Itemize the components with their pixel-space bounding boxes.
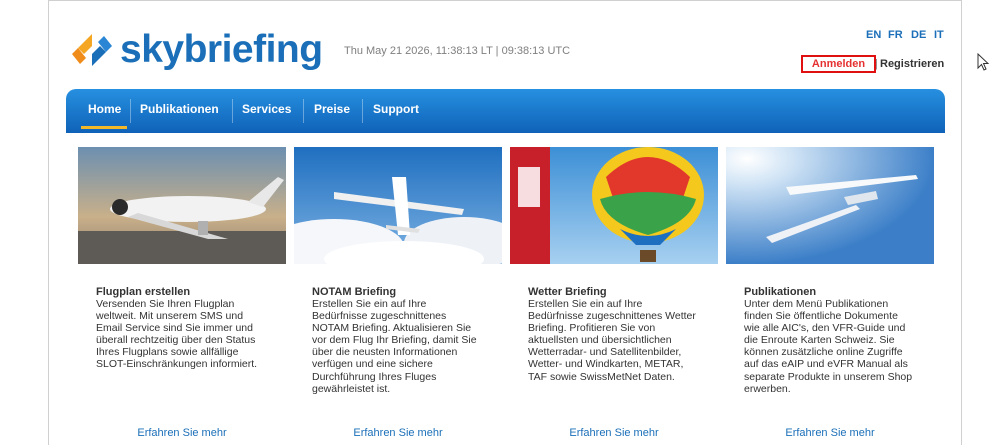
card-link-publikationen[interactable]: Erfahren Sie mehr [726,427,934,439]
lang-fr[interactable]: FR [888,29,903,41]
lang-en[interactable]: EN [866,29,881,41]
current-datetime: Thu May 21 2026, 11:38:13 LT | 09:38:13 … [344,45,571,57]
nav-divider [303,99,304,123]
nav-support[interactable]: Support [373,102,419,116]
skybriefing-logo[interactable]: skybriefing [70,28,323,72]
card-link-wetter[interactable]: Erfahren Sie mehr [510,427,718,439]
card-text-wetter: Erstellen Sie ein auf Ihre Bedürfnisse z… [528,298,696,383]
main-navbar: Home Publikationen Services Preise Suppo… [66,89,945,133]
nav-preise[interactable]: Preise [314,102,350,116]
lang-it[interactable]: IT [934,29,944,41]
card-image-hot-air-balloon[interactable] [510,147,718,264]
nav-active-indicator [81,126,127,129]
nav-publikationen[interactable]: Publikationen [140,102,219,116]
register-link[interactable]: Registrieren [880,58,944,70]
card-image-glider[interactable] [726,147,934,264]
card-text-flugplan: Versenden Sie Ihren Flugplan weltweit. M… [96,298,258,371]
card-image-business-jet[interactable] [78,147,286,264]
card-title-publikationen: Publikationen [744,286,817,298]
logo-icon [72,34,112,66]
login-button[interactable]: Anmelden [801,55,876,73]
card-link-flugplan[interactable]: Erfahren Sie mehr [78,427,286,439]
card-title-flugplan: Flugplan erstellen [96,286,191,298]
nav-home[interactable]: Home [88,102,121,116]
nav-divider [362,99,363,123]
nav-services[interactable]: Services [242,102,291,116]
card-text-notam: Erstellen Sie ein auf Ihre Bedürfnisse z… [312,298,477,395]
card-image-small-plane[interactable] [294,147,502,264]
brand-name: skybriefing [120,28,323,71]
login-register-separator: | [875,58,878,70]
card-link-notam[interactable]: Erfahren Sie mehr [294,427,502,439]
mouse-cursor-icon [977,53,990,71]
card-text-publikationen: Unter dem Menü Publikationen finden Sie … [744,298,913,395]
nav-divider [232,99,233,123]
card-title-wetter: Wetter Briefing [528,286,607,298]
card-title-notam: NOTAM Briefing [312,286,397,298]
lang-de[interactable]: DE [911,29,926,41]
nav-divider [130,99,131,123]
